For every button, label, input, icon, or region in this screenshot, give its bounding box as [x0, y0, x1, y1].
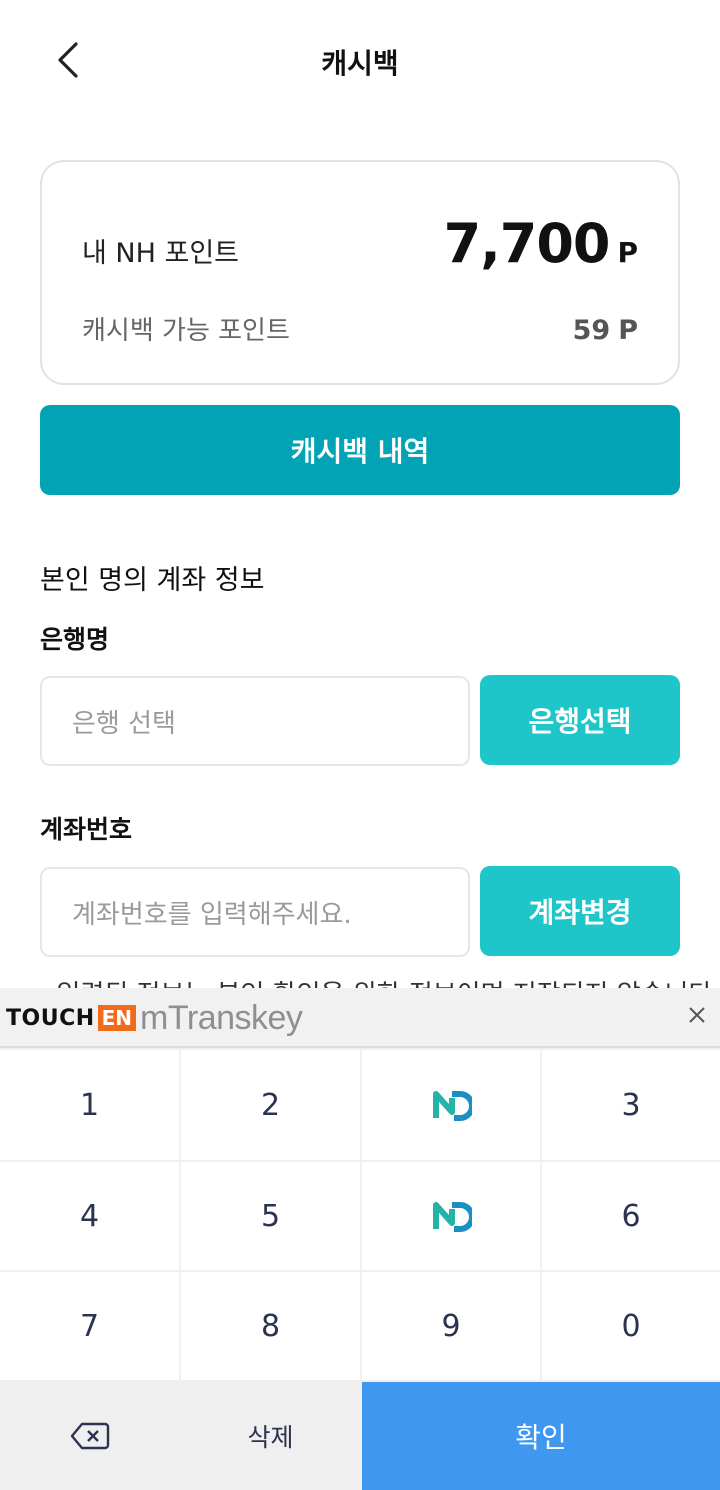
close-icon: [689, 1007, 705, 1023]
page-title: 캐시백: [321, 47, 399, 80]
bank-select-button[interactable]: 은행선택: [480, 675, 680, 765]
account-section-title: 본인 명의 계좌 정보: [40, 565, 265, 596]
nh-logo-icon: [433, 1091, 472, 1121]
app-header: 캐시백: [0, 0, 720, 120]
dummy-key[interactable]: [362, 1050, 540, 1160]
confirm-key[interactable]: 확인: [362, 1382, 720, 1490]
secure-keypad: TOUCH EN mTranskey 1 2 3 4 5 6 7 8 9 0 삭…: [0, 988, 720, 1490]
cashback-history-button[interactable]: 캐시백 내역: [40, 405, 680, 495]
keypad-brand-logo: TOUCH EN mTranskey: [6, 999, 303, 1037]
backspace-key[interactable]: [0, 1382, 179, 1490]
key-3[interactable]: 3: [542, 1050, 720, 1160]
keypad-toolbar: TOUCH EN mTranskey: [0, 988, 720, 1048]
brand-name-text: mTranskey: [140, 999, 303, 1037]
notice-container: · 입력된 정보는 본인 확인을 위한 정보이며 저장되지 않습니다.: [0, 970, 720, 990]
key-2[interactable]: 2: [181, 1050, 360, 1160]
backspace-icon: [70, 1422, 109, 1450]
key-5[interactable]: 5: [181, 1162, 360, 1270]
nh-points-unit: P: [617, 236, 638, 269]
bank-select-field[interactable]: 은행 선택: [40, 676, 470, 766]
dummy-key[interactable]: [362, 1162, 540, 1270]
nh-points-amount: 7,700 P: [444, 212, 638, 275]
cashback-points-unit: P: [618, 315, 638, 346]
cashback-points-row: 캐시백 가능 포인트 59 P: [82, 310, 638, 347]
change-account-button[interactable]: 계좌변경: [480, 866, 680, 956]
cashback-points-amount: 59 P: [573, 315, 638, 346]
nh-points-label: 내 NH 포인트: [82, 238, 240, 269]
key-1[interactable]: 1: [0, 1050, 179, 1160]
cashback-points-label: 캐시백 가능 포인트: [82, 316, 290, 346]
close-keypad-button[interactable]: [682, 1002, 712, 1032]
bank-name-label: 은행명: [40, 625, 110, 654]
key-7[interactable]: 7: [0, 1272, 179, 1380]
key-6[interactable]: 6: [542, 1162, 720, 1270]
cashback-points-value: 59: [572, 315, 611, 346]
points-card: 내 NH 포인트 7,700 P 캐시백 가능 포인트 59 P: [40, 160, 680, 385]
brand-en-badge: EN: [97, 1005, 137, 1031]
clear-all-key[interactable]: 삭제: [181, 1382, 360, 1490]
key-8[interactable]: 8: [181, 1272, 360, 1380]
nh-points-row: 내 NH 포인트 7,700 P: [82, 212, 638, 275]
key-9[interactable]: 9: [362, 1272, 540, 1380]
key-4[interactable]: 4: [0, 1162, 179, 1270]
nh-points-value: 7,700: [443, 212, 611, 275]
account-number-label: 계좌번호: [40, 815, 133, 844]
key-0[interactable]: 0: [542, 1272, 720, 1380]
brand-touch-text: TOUCH: [6, 1005, 95, 1031]
account-number-input[interactable]: 계좌번호를 입력해주세요.: [40, 867, 470, 957]
nh-logo-icon: [433, 1202, 472, 1232]
